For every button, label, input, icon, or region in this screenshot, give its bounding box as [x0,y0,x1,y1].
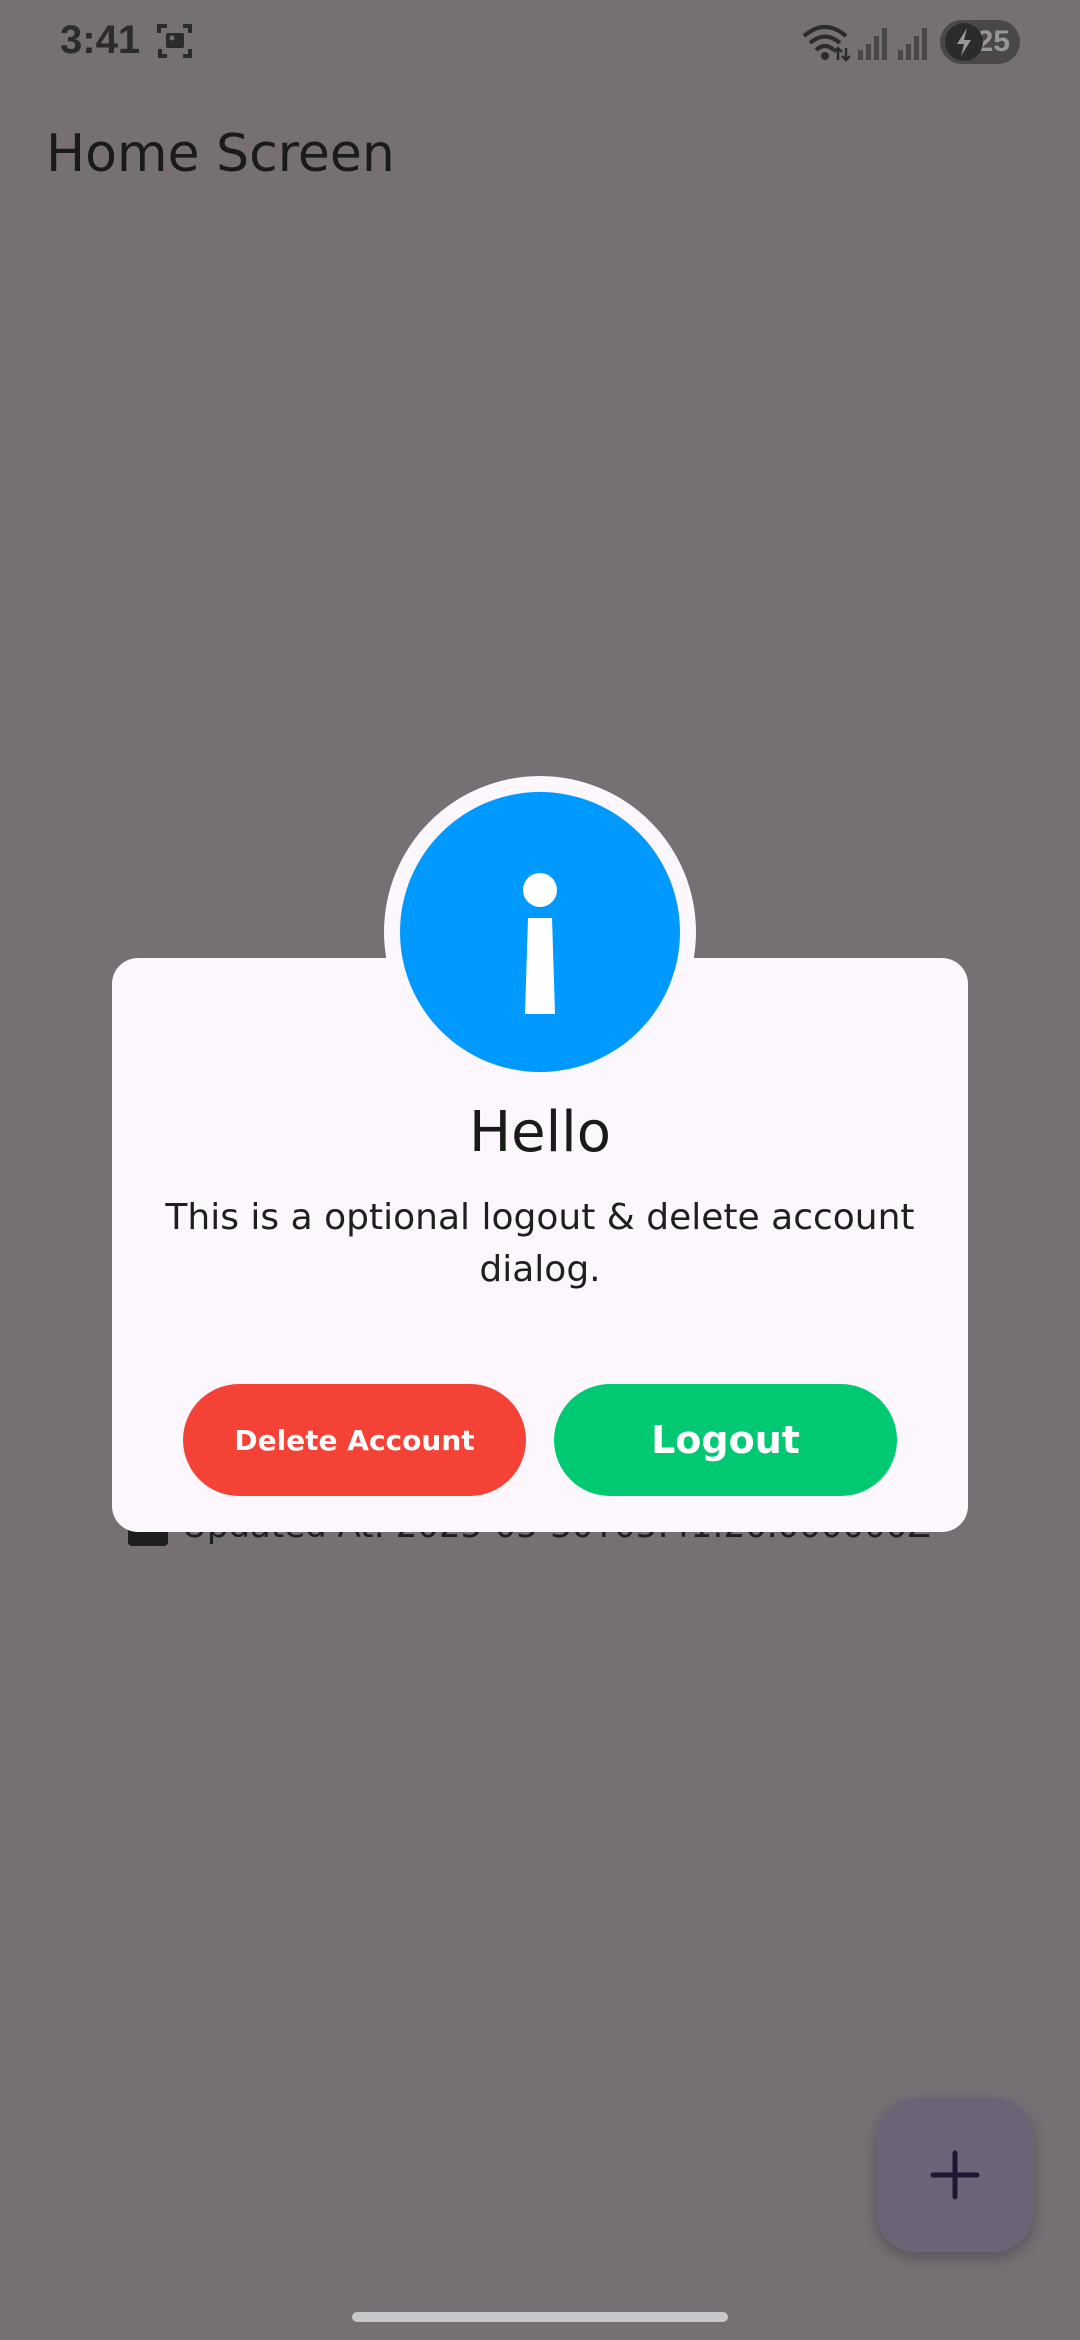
status-time: 3:41 [60,18,141,62]
delete-account-button[interactable]: Delete Account [183,1384,526,1496]
dialog-title: Hello [469,1100,611,1165]
info-icon [400,792,680,1072]
battery-indicator: 25 [940,20,1020,64]
signal-icon [898,28,927,60]
charging-bolt-icon [945,23,983,61]
home-indicator[interactable] [352,2312,728,2322]
status-bar: 3:41 25 [0,0,1080,84]
plus-icon [930,2150,980,2200]
screenshot-icon [157,24,192,58]
dialog-message: This is a optional logout & delete accou… [165,1197,915,1290]
signal-icon [858,28,887,60]
wifi-icon [802,25,850,62]
add-button[interactable] [876,2098,1034,2252]
page-title: Home Screen [46,124,395,184]
logout-button[interactable]: Logout [554,1384,897,1496]
